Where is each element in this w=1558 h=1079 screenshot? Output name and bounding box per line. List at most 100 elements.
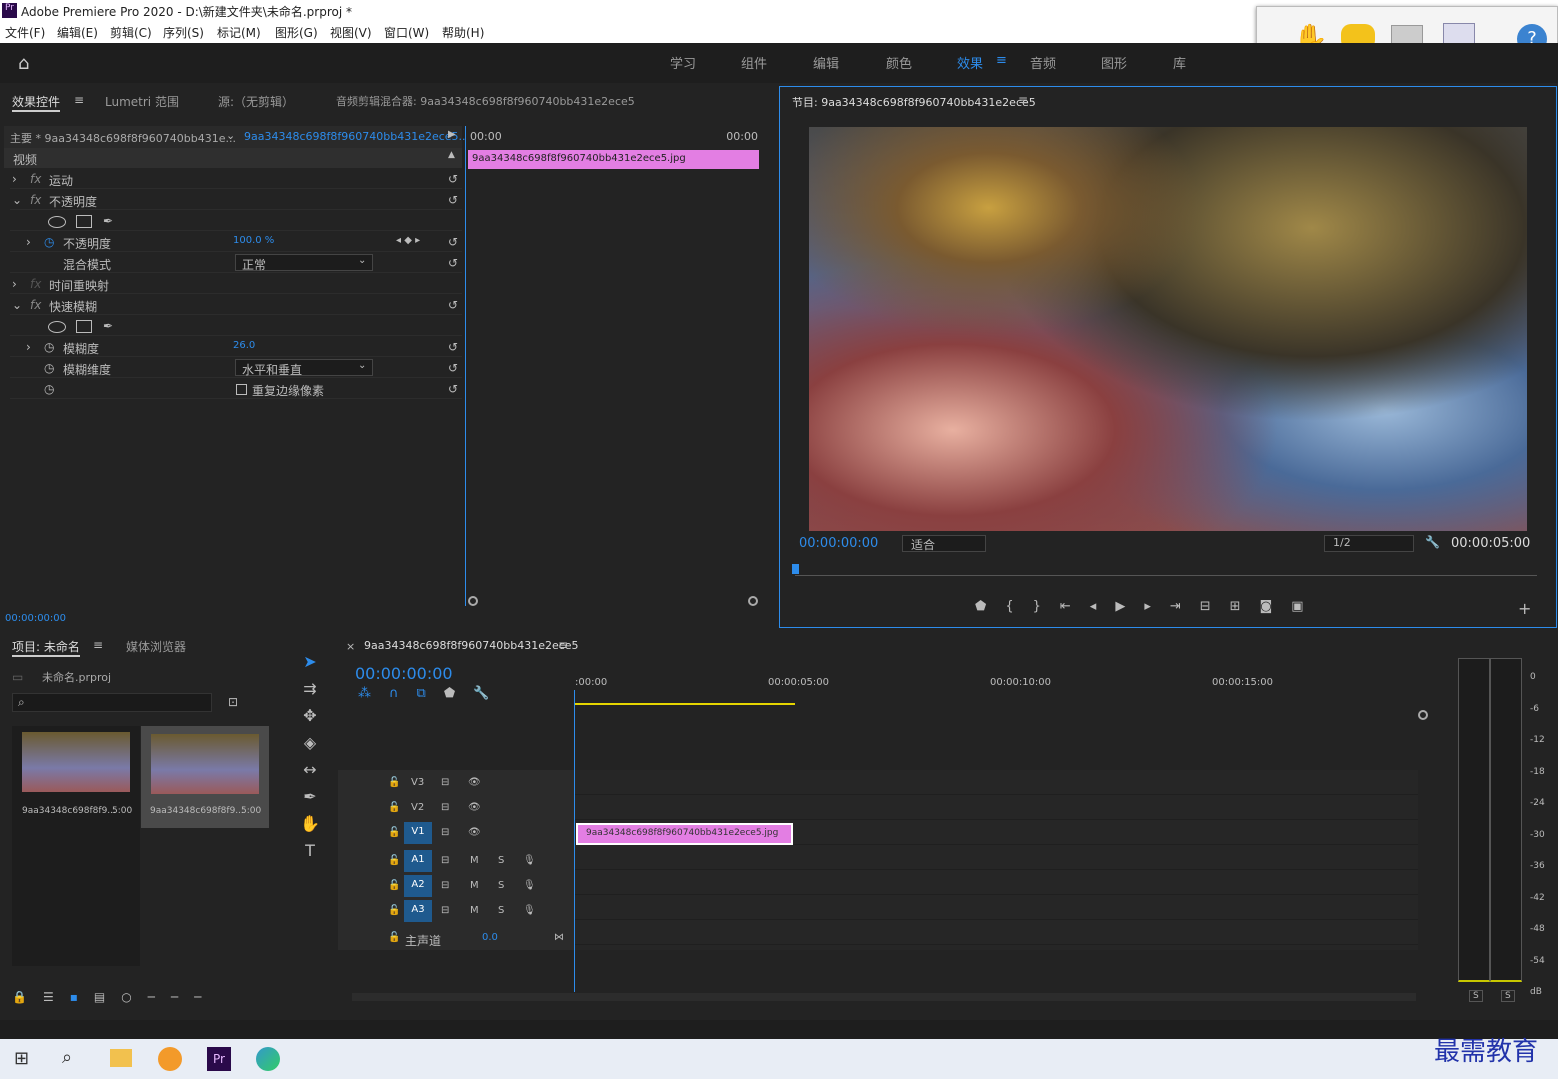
nest-icon[interactable]: ⁂ — [358, 686, 389, 701]
project-search-input[interactable]: ⌕ — [12, 693, 212, 712]
premiere-taskbar-icon[interactable]: Pr — [207, 1047, 231, 1071]
pen-mask-icon[interactable]: ✒ — [103, 214, 113, 228]
add-marker-icon[interactable]: ⬟ — [444, 686, 473, 701]
play-icon[interactable]: ▶ — [448, 129, 456, 140]
menu-sequence[interactable]: 序列(S) — [163, 24, 204, 41]
track-v3[interactable]: 🔓 V3 ⊟ 👁 — [338, 772, 572, 797]
h-scrollbar[interactable] — [352, 993, 1416, 1001]
blend-mode-dropdown[interactable]: 正常 — [235, 254, 373, 272]
mini-scroll-right[interactable] — [748, 596, 758, 606]
track-v1[interactable]: 🔓 V1 ⊟ 👁 — [338, 822, 572, 847]
workspace-editing[interactable]: 编辑 — [813, 53, 839, 72]
playhead-marker[interactable] — [792, 564, 799, 574]
reset-icon[interactable]: ↺ — [448, 193, 458, 207]
lift-icon[interactable]: ⊟ — [1200, 599, 1230, 614]
reset-icon[interactable]: ↺ — [448, 235, 458, 249]
pen-tool-icon[interactable]: ✒ — [296, 783, 324, 810]
go-to-in-icon[interactable]: ⇤ — [1060, 599, 1090, 614]
menu-help[interactable]: 帮助(H) — [442, 24, 484, 41]
freeform-view-icon[interactable]: ▤ — [94, 990, 121, 1004]
solo-right-button[interactable]: S — [1501, 990, 1515, 1002]
menu-file[interactable]: 文件(F) — [5, 24, 45, 41]
chevron-down-icon[interactable]: ⌄ — [358, 255, 366, 266]
project-item-1[interactable]: 9aa34348c698f8f9... 5:00 — [12, 726, 140, 966]
timeline-timecode[interactable]: 00:00:00:00 — [355, 664, 453, 683]
repeat-edge-checkbox[interactable] — [236, 384, 247, 395]
tab-audio-clip-mixer[interactable]: 音频剪辑混合器: 9aa34348c698f8f960740bb431e2ece… — [336, 93, 635, 109]
v-scroll-handle[interactable] — [1418, 710, 1428, 720]
tab-project[interactable]: 项目: 未命名 — [12, 638, 80, 657]
wrench-icon[interactable]: 🔧 — [473, 686, 507, 701]
snap-icon[interactable]: ∩ — [389, 686, 417, 701]
program-scrubber[interactable] — [795, 575, 1537, 576]
edge-icon[interactable] — [256, 1047, 280, 1071]
linked-selection-icon[interactable]: ⧉ — [417, 686, 444, 701]
tab-media-browser[interactable]: 媒体浏览器 — [126, 638, 186, 655]
go-to-out-icon[interactable]: ⇥ — [1170, 599, 1200, 614]
eye-icon[interactable]: 👁 — [468, 827, 481, 838]
track-a3[interactable]: 🔓 A3 ⊟ M S 🎙 — [338, 900, 572, 925]
reset-icon[interactable]: ↺ — [448, 340, 458, 354]
search-icon[interactable]: ⌕ — [62, 1047, 72, 1068]
stopwatch-icon[interactable]: ◷ — [44, 382, 54, 396]
add-button-icon[interactable]: + — [1518, 599, 1531, 618]
step-back-icon[interactable]: ◂ — [1090, 599, 1116, 614]
panel-menu-icon[interactable]: ≡ — [1018, 93, 1028, 107]
tab-effect-controls[interactable]: 效果控件 — [12, 93, 61, 112]
track-target[interactable]: A3 — [404, 900, 432, 922]
selection-tool-icon[interactable]: ➤ — [296, 648, 324, 675]
project-item-2[interactable]: 9aa34348c698f8f9... 5:00 — [141, 726, 269, 828]
razor-tool-icon[interactable]: ◈ — [296, 729, 324, 756]
master-value[interactable]: 0.0 — [482, 932, 498, 943]
solo-left-button[interactable]: S — [1469, 990, 1483, 1002]
rectangle-mask-icon[interactable] — [76, 320, 92, 333]
menu-clip[interactable]: 剪辑(C) — [110, 24, 152, 41]
workspace-audio[interactable]: 音频 — [1030, 53, 1056, 72]
chevron-down-icon[interactable]: ⌄ — [358, 360, 366, 371]
workspace-color[interactable]: 颜色 — [886, 53, 912, 72]
play-button-icon[interactable]: ▶ — [1115, 599, 1144, 614]
sequence-tab[interactable]: 9aa34348c698f8f960740bb431e2ece5 — [364, 639, 579, 652]
reset-icon[interactable]: ↺ — [448, 382, 458, 396]
mini-clip-bar[interactable]: 9aa34348c698f8f960740bb431e2ece5.jpg — [468, 150, 759, 169]
reset-icon[interactable]: ↺ — [448, 298, 458, 312]
fit-dropdown[interactable]: 适合 — [902, 535, 986, 552]
eye-icon[interactable]: 👁 — [468, 777, 481, 788]
effect-row-fast-blur[interactable]: ⌄ fx 快速模糊 ↺ — [10, 295, 462, 315]
workspace-menu-icon[interactable]: ≡ — [996, 53, 1007, 68]
tab-source[interactable]: 源:（无剪辑） — [218, 93, 294, 110]
timeline-clip[interactable]: 9aa34348c698f8f960740bb431e2ece5.jpg — [576, 823, 793, 845]
new-bin-icon[interactable]: ⊡ — [228, 695, 238, 709]
collapse-icon[interactable]: ▲ — [448, 150, 455, 160]
home-icon[interactable]: ⌂ — [18, 53, 29, 74]
comparison-view-icon[interactable]: ▣ — [1291, 599, 1322, 614]
effect-row-opacity[interactable]: ⌄ fx 不透明度 ↺ — [10, 190, 462, 210]
rectangle-mask-icon[interactable] — [76, 215, 92, 228]
blurriness-value[interactable]: 26.0 — [233, 340, 255, 351]
mini-scroll-left[interactable] — [468, 596, 478, 606]
tab-lumetri-scopes[interactable]: Lumetri 范围 — [105, 93, 179, 110]
eye-icon[interactable]: 👁 — [468, 802, 481, 813]
resolution-dropdown[interactable]: 1/2 — [1324, 535, 1414, 552]
opacity-value[interactable]: 100.0 % — [233, 235, 274, 246]
wrench-icon[interactable]: 🔧 — [1425, 535, 1440, 549]
file-explorer-icon[interactable] — [110, 1049, 132, 1067]
track-select-tool-icon[interactable]: ⇉ — [296, 675, 324, 702]
zoom-slider[interactable]: ○─── — [121, 990, 217, 1004]
reset-icon[interactable]: ↺ — [448, 256, 458, 270]
workspace-assembly[interactable]: 组件 — [741, 53, 767, 72]
stopwatch-icon[interactable]: ◷ — [44, 361, 54, 375]
step-forward-icon[interactable]: ▸ — [1144, 599, 1170, 614]
windows-start-icon[interactable]: ⊞ — [14, 1048, 29, 1069]
lock-icon[interactable]: 🔒 — [12, 990, 43, 1004]
pen-mask-icon[interactable]: ✒ — [103, 319, 113, 333]
mark-out-icon[interactable]: } — [1033, 599, 1060, 614]
workspace-learn[interactable]: 学习 — [670, 53, 696, 72]
program-timecode[interactable]: 00:00:00:00 — [799, 536, 878, 551]
master-clip-label[interactable]: 主要 * 9aa34348c698f8f960740bb431e... — [10, 130, 236, 146]
ripple-edit-tool-icon[interactable]: ✥ — [296, 702, 324, 729]
work-area-bar[interactable] — [575, 703, 795, 705]
chevron-down-icon[interactable]: ⌄ — [226, 129, 235, 142]
ellipse-mask-icon[interactable] — [48, 216, 66, 228]
close-icon[interactable]: × — [346, 640, 355, 653]
